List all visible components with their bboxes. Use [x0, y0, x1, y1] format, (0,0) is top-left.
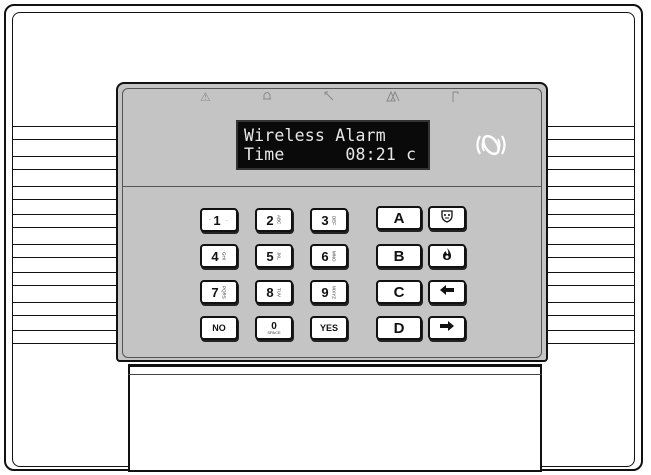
lcd-line-1: Wireless Alarm — [244, 126, 386, 145]
police-shield-icon — [440, 209, 454, 228]
left-vent-slot — [12, 272, 116, 286]
function-key-a[interactable]: A — [376, 206, 422, 230]
left-vent-slot — [12, 126, 116, 140]
right-vent-slot — [548, 330, 635, 344]
lcd-display: Wireless Alarm Time 08:21 c — [236, 120, 430, 170]
right-vent-slot — [548, 126, 635, 140]
key-8[interactable]: 8 TUV — [255, 280, 293, 304]
fire-panic-button[interactable] — [428, 244, 466, 268]
left-arrow-icon — [439, 283, 455, 301]
function-key-d[interactable]: D — [376, 316, 422, 340]
key-9[interactable]: 9 WXYZ — [310, 280, 348, 304]
left-vent-slot — [12, 330, 116, 344]
key-5[interactable]: 5 JKL — [255, 244, 293, 268]
key-3[interactable]: 3 DEF — [310, 208, 348, 232]
right-vent-slot — [548, 156, 635, 170]
right-vent-slot — [548, 244, 635, 258]
right-vent-slot — [548, 272, 635, 286]
bell-icon — [261, 90, 273, 104]
left-vent-slot — [12, 214, 116, 228]
key-7[interactable]: 7 PQRS — [200, 280, 238, 304]
door-edge-line — [128, 374, 542, 375]
right-vent-slot — [548, 302, 635, 316]
right-vent-slot — [548, 214, 635, 228]
tamper-icon — [450, 90, 460, 104]
key-0[interactable]: 0 SPACE — [255, 316, 293, 340]
key-4[interactable]: 4 GHI — [200, 244, 238, 268]
yes-button[interactable]: YES — [310, 316, 348, 340]
function-key-c[interactable]: C — [376, 280, 422, 304]
left-vent-slot — [12, 244, 116, 258]
lower-cover-door[interactable] — [128, 364, 542, 472]
proximity-tag-reader-icon[interactable] — [470, 124, 512, 166]
function-key-b[interactable]: B — [376, 244, 422, 268]
status-indicator-row: ⚠ — [200, 88, 460, 106]
police-panic-button[interactable] — [428, 206, 466, 230]
lcd-line-2: Time 08:21 c — [244, 145, 417, 164]
right-arrow-icon — [439, 319, 455, 337]
panel-divider — [122, 186, 542, 187]
wireless-signal-icon — [323, 90, 335, 104]
fault-icon — [385, 90, 400, 104]
key-2[interactable]: 2 ABC — [255, 208, 293, 232]
key-1[interactable]: ' 1 ‘ — [200, 208, 238, 232]
left-vent-slot — [12, 156, 116, 170]
no-button[interactable]: NO — [200, 316, 238, 340]
left-arrow-button[interactable] — [428, 280, 466, 304]
alarm-triangle-icon: ⚠ — [200, 90, 211, 104]
right-vent-slot — [548, 186, 635, 200]
fire-icon — [440, 247, 454, 266]
right-arrow-button[interactable] — [428, 316, 466, 340]
left-vent-slot — [12, 302, 116, 316]
key-6[interactable]: 6 MNO — [310, 244, 348, 268]
left-vent-slot — [12, 186, 116, 200]
